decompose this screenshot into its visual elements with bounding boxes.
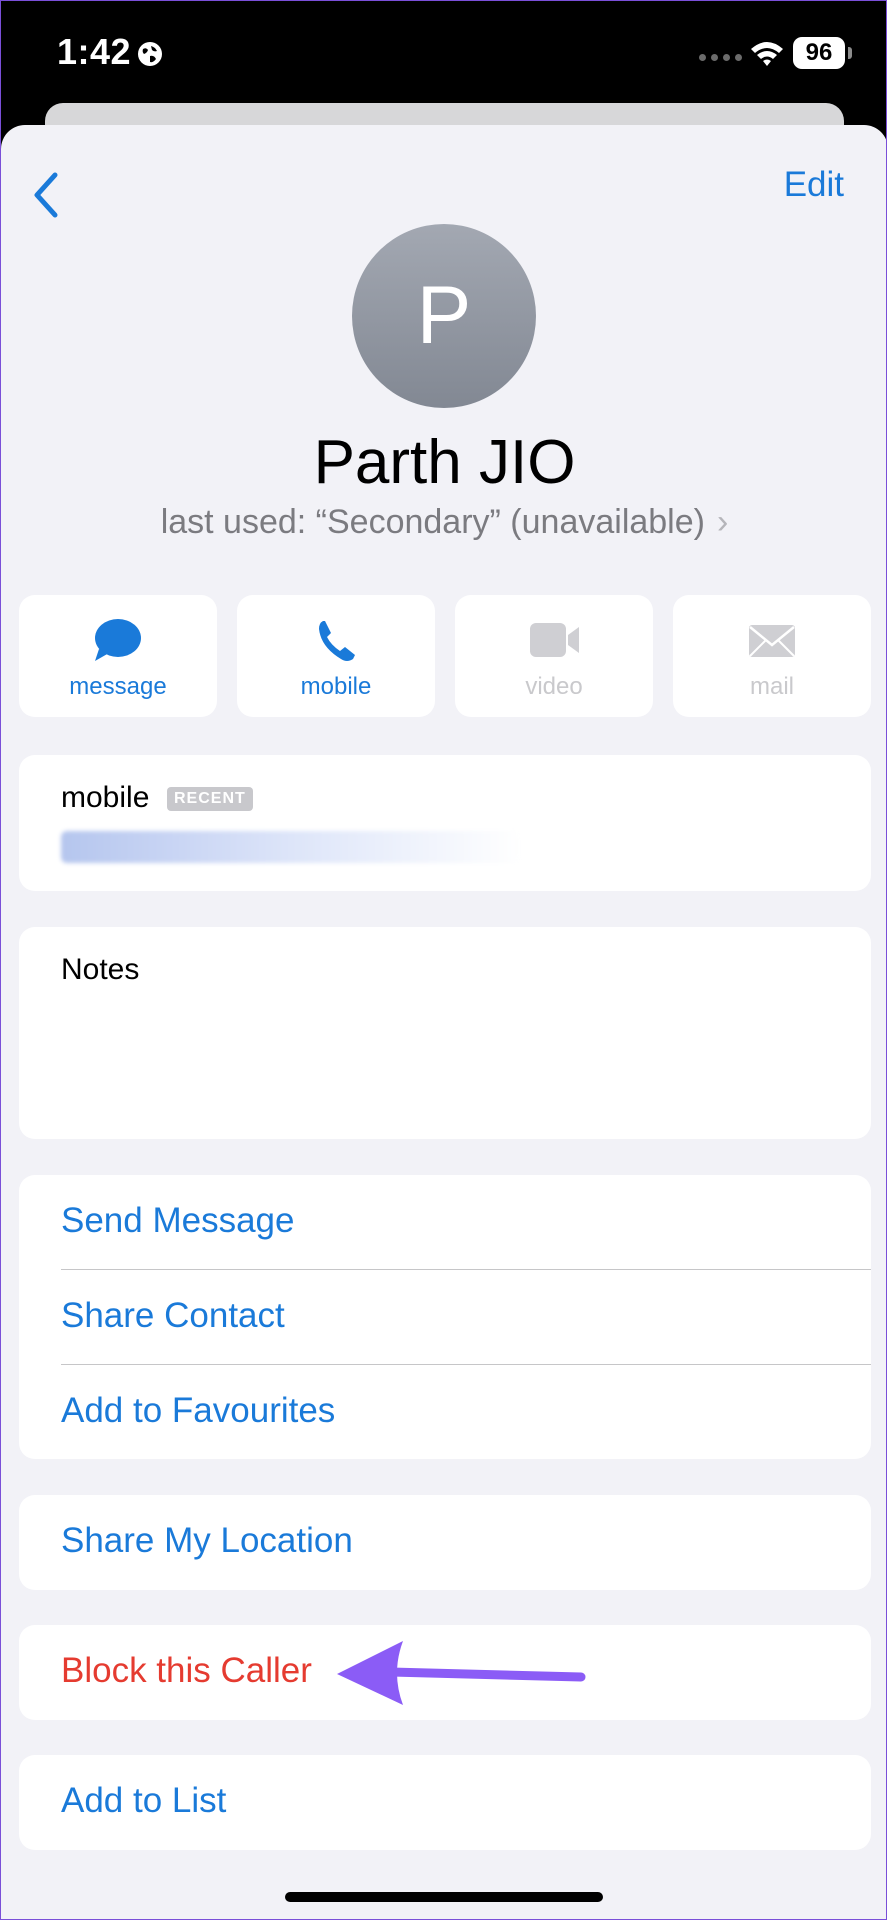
phone-label: mobile	[61, 781, 150, 814]
contact-name: Parth JIO	[313, 428, 576, 497]
battery-icon: 96	[793, 37, 845, 69]
avatar: P	[352, 224, 536, 408]
phone-number-card[interactable]: mobile RECENT	[19, 755, 871, 891]
phone-number-redacted[interactable]	[61, 831, 521, 863]
share-my-location-label: Share My Location	[61, 1521, 353, 1560]
share-location-card: Share My Location	[19, 1495, 871, 1590]
share-contact-row[interactable]: Share Contact	[19, 1270, 871, 1365]
add-to-list-card: Add to List	[19, 1755, 871, 1850]
share-my-location-row[interactable]: Share My Location	[19, 1495, 871, 1590]
add-to-favourites-label: Add to Favourites	[61, 1391, 336, 1430]
message-action-button[interactable]: message	[19, 595, 217, 717]
actions-card: Send Message Share Contact Add to Favour…	[19, 1175, 871, 1459]
send-message-row[interactable]: Send Message	[19, 1175, 871, 1270]
wifi-icon	[751, 42, 783, 66]
arrow-annotation-icon	[337, 1641, 586, 1705]
add-to-list-row[interactable]: Add to List	[19, 1755, 871, 1850]
chevron-right-icon: ›	[716, 503, 729, 541]
status-bar: 1:42 96	[1, 1, 886, 101]
phone-icon	[319, 621, 355, 661]
add-to-list-label: Add to List	[61, 1781, 227, 1820]
video-action-label: video	[525, 673, 583, 700]
envelope-icon	[749, 625, 795, 657]
message-action-label: message	[69, 673, 167, 700]
add-to-favourites-row[interactable]: Add to Favourites	[19, 1365, 871, 1460]
screen: 1:42 96 Edit P Parth JIO last used: “Sec…	[0, 0, 887, 1920]
status-time: 1:42	[57, 31, 132, 72]
mobile-action-button[interactable]: mobile	[237, 595, 435, 717]
notes-label: Notes	[61, 953, 140, 986]
share-contact-label: Share Contact	[61, 1296, 285, 1335]
mail-action-label: mail	[749, 673, 794, 700]
battery-tip	[848, 47, 852, 59]
send-message-label: Send Message	[61, 1201, 295, 1240]
block-caller-label: Block this Caller	[61, 1651, 312, 1690]
video-camera-icon	[530, 623, 579, 657]
last-used-text: last used: “Secondary” (unavailable)	[160, 503, 705, 541]
home-indicator	[285, 1892, 603, 1902]
video-action-button[interactable]: video	[455, 595, 653, 717]
last-used-line[interactable]: last used: “Secondary” (unavailable) ›	[1, 503, 886, 542]
message-bubble-icon	[95, 619, 141, 661]
quick-actions: message mobile video mail	[19, 595, 871, 717]
edit-button[interactable]: Edit	[784, 165, 844, 205]
notes-card[interactable]: Notes	[19, 927, 871, 1139]
mobile-action-label: mobile	[300, 673, 372, 700]
mail-action-button[interactable]: mail	[673, 595, 871, 717]
chevron-left-icon[interactable]	[25, 165, 65, 225]
globe-icon	[138, 42, 162, 66]
recent-badge: RECENT	[167, 787, 253, 811]
signal-dots	[699, 54, 742, 61]
